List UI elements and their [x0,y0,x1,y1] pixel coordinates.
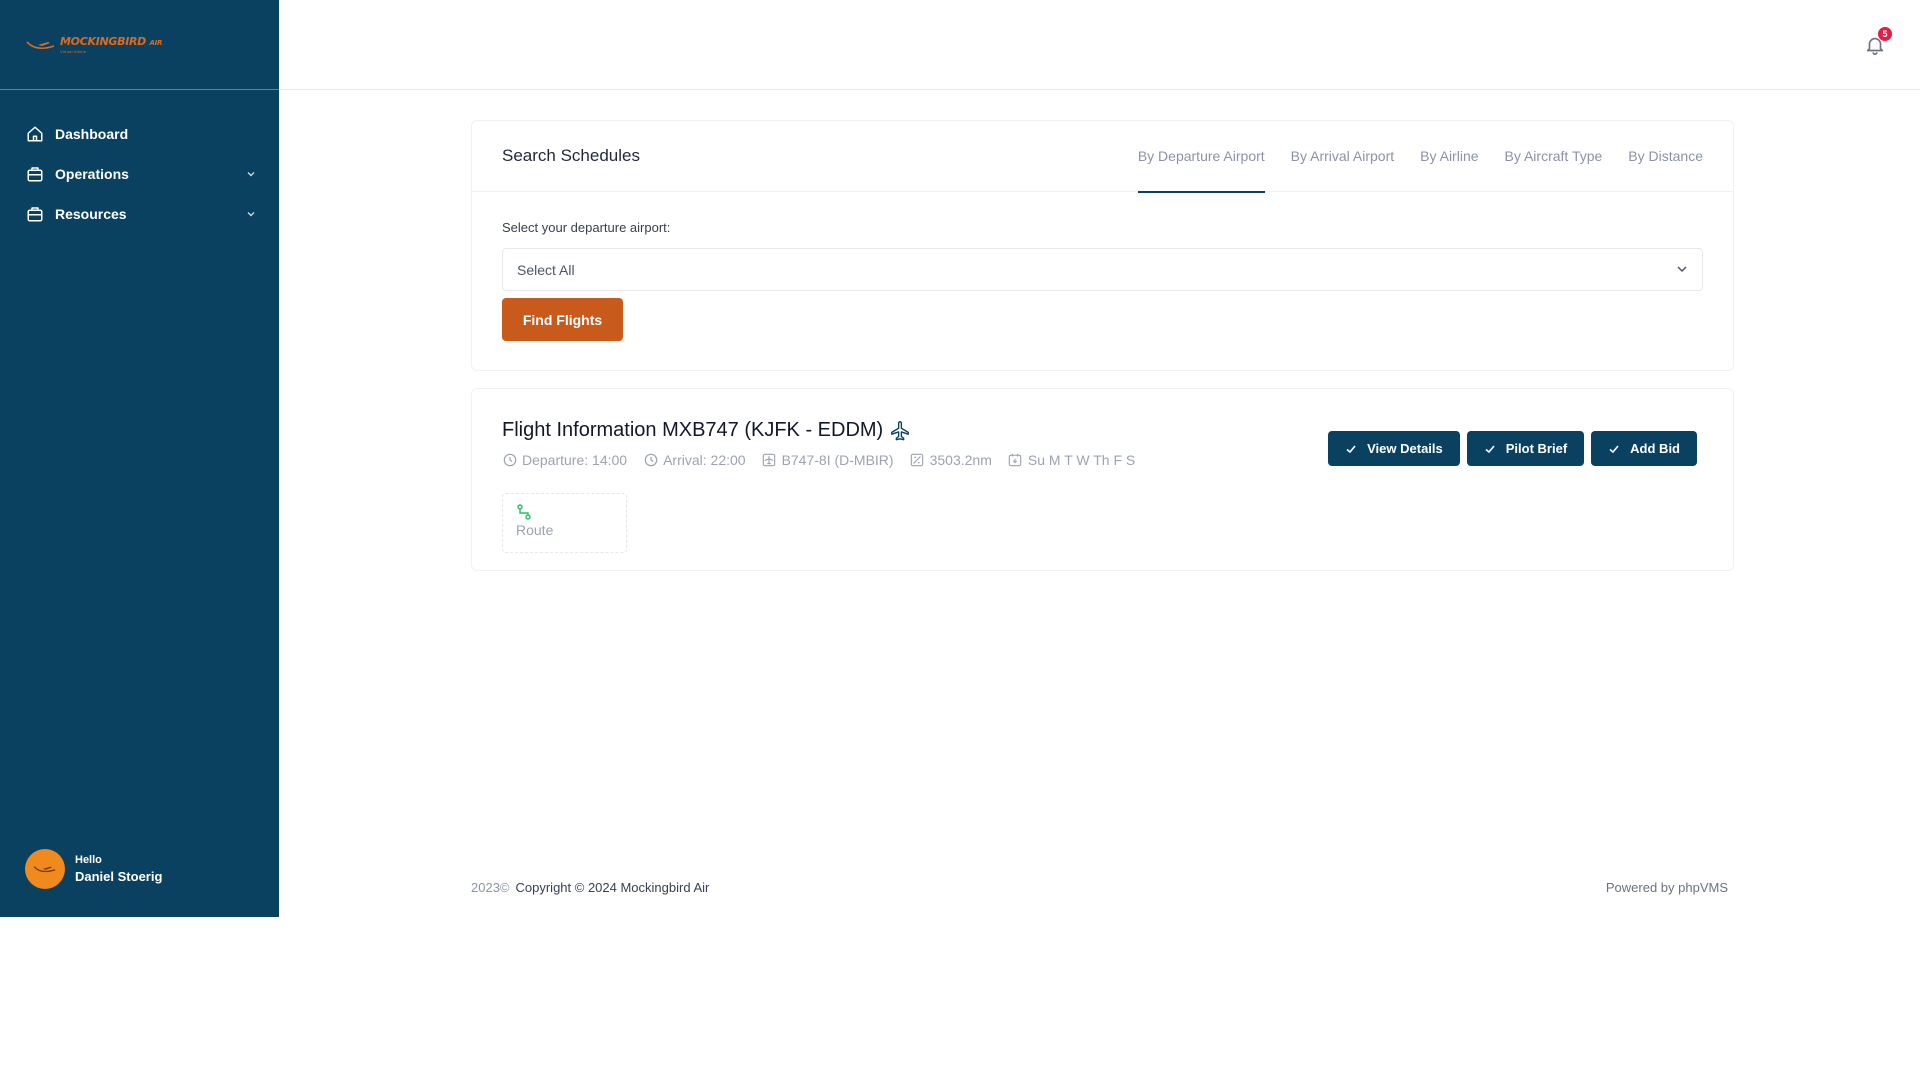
top-bar: 5 [279,0,1920,90]
tab-by-aircraft-type[interactable]: By Aircraft Type [1505,121,1603,192]
distance-text: 3503.2nm [929,452,992,468]
aircraft-text: B747-8I (D-MBIR) [781,452,894,468]
footer: 2023© Copyright © 2024 Mockingbird Air P… [471,880,1728,895]
pilot-brief-button[interactable]: Pilot Brief [1466,431,1585,466]
chevron-down-icon [1676,262,1688,278]
notification-badge: 5 [1878,27,1892,41]
sidebar-item-resources[interactable]: Resources [0,194,279,234]
days-info: Su M T W Th F S [1008,452,1135,468]
footer-powered-by[interactable]: Powered by phpVMS [1606,880,1728,895]
check-icon [1608,443,1620,455]
avatar[interactable] [25,849,65,889]
view-details-button[interactable]: View Details [1328,431,1460,466]
distance-info: 3503.2nm [910,452,992,468]
home-icon [25,124,45,144]
flight-actions: View Details Pilot Brief Add Bid [1328,431,1697,466]
brand-area: MOCKINGBIRD AIR Virtual Airline [0,0,279,90]
departure-text: Departure: 14:00 [522,452,628,468]
button-label: View Details [1367,441,1443,456]
user-name: Daniel Stoerig [75,869,163,884]
check-icon [1345,443,1357,455]
search-tabs: By Departure Airport By Arrival Airport … [1112,121,1703,193]
logo-sub-text: AIR [149,38,163,47]
sidebar: MOCKINGBIRD AIR Virtual Airline Dashboar… [0,0,279,917]
airplane-logo-icon [26,40,55,49]
sidebar-item-dashboard[interactable]: Dashboard [0,114,279,154]
airplane-icon[interactable] [889,420,911,442]
departure-airport-select[interactable]: Select All [502,248,1703,291]
aircraft-icon [762,453,777,468]
footer-year: 2023© [471,880,510,895]
sidebar-item-label: Operations [55,166,129,182]
days-text: Su M T W Th F S [1027,452,1136,468]
button-label: Add Bid [1630,441,1680,456]
arrival-text: Arrival: 22:00 [663,452,746,468]
search-body: Select your departure airport: Select Al… [472,192,1733,341]
arrival-time: Arrival: 22:00 [643,452,746,468]
tab-by-arrival-airport[interactable]: By Arrival Airport [1291,121,1394,192]
briefcase-icon [25,164,45,184]
sidebar-item-label: Dashboard [55,126,129,142]
find-flights-button[interactable]: Find Flights [502,298,623,341]
button-label: Pilot Brief [1505,441,1568,456]
clock-icon [643,453,658,468]
search-title: Search Schedules [502,146,640,165]
route-tile[interactable]: Route [502,493,627,553]
sidebar-nav: Dashboard Operations Resources [0,90,279,234]
search-header: Search Schedules By Departure Airport By… [472,121,1733,193]
tab-by-distance[interactable]: By Distance [1628,121,1703,192]
user-profile[interactable]: Hello Daniel Stoerig [25,849,162,889]
tab-by-airline[interactable]: By Airline [1420,121,1478,192]
clock-icon [502,453,517,468]
logo-text: MOCKINGBIRD [60,34,146,48]
aircraft-info: B747-8I (D-MBIR) [762,452,894,468]
notifications-button[interactable]: 5 [1864,27,1892,58]
chevron-down-icon[interactable] [245,168,257,180]
departure-airport-label: Select your departure airport: [502,220,671,235]
route-label: Route [516,522,554,538]
calendar-icon [1008,453,1023,468]
route-icon [516,504,532,520]
tab-by-departure-airport[interactable]: By Departure Airport [1137,121,1265,193]
sidebar-item-operations[interactable]: Operations [0,154,279,194]
mockingbird-logo[interactable]: MOCKINGBIRD AIR Virtual Airline [26,36,162,54]
briefcase-icon [25,204,45,224]
user-greeting: Hello [75,854,102,866]
distance-icon [910,453,925,468]
flight-title: Flight Information MXB747 (KJFK - EDDM) [502,419,884,441]
add-bid-button[interactable]: Add Bid [1591,431,1697,466]
sidebar-item-label: Resources [55,206,127,222]
airplane-logo-icon [33,866,56,873]
departure-time: Departure: 14:00 [502,452,627,468]
select-value: Select All [517,261,575,278]
footer-copyright: Copyright © 2024 Mockingbird Air [515,880,710,895]
logo-tagline: Virtual Airline [60,48,87,54]
chevron-down-icon[interactable] [245,208,257,220]
flight-information-card: Flight Information MXB747 (KJFK - EDDM) … [471,388,1734,571]
check-icon [1484,443,1496,455]
search-schedules-card: Search Schedules By Departure Airport By… [471,120,1734,371]
